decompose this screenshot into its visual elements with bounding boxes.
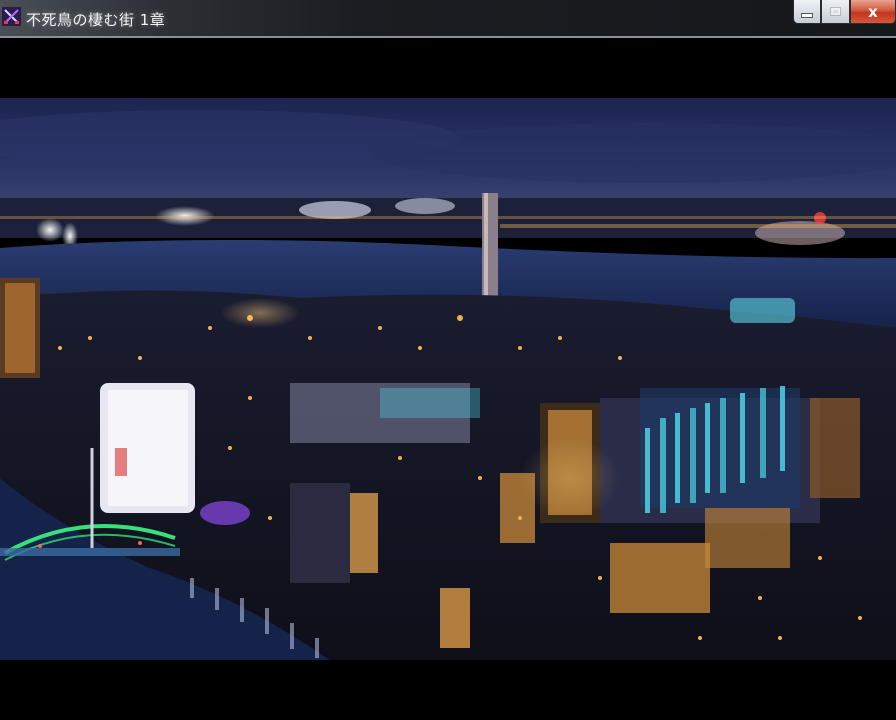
caption-buttons: x: [793, 0, 896, 26]
game-viewport[interactable]: [0, 38, 896, 720]
minimize-button[interactable]: [793, 0, 821, 24]
maximize-button[interactable]: [821, 0, 850, 24]
title-bar[interactable]: 不死鳥の棲む街 1章 x: [0, 0, 896, 38]
minimize-icon: [801, 13, 813, 18]
close-button[interactable]: x: [850, 0, 896, 24]
close-icon: x: [868, 2, 878, 21]
crossed-swords-icon: [2, 7, 21, 26]
window-title: 不死鳥の棲む街 1章: [26, 11, 166, 29]
game-window: 不死鳥の棲む街 1章 x: [0, 0, 896, 720]
neon-sign: [200, 501, 250, 525]
maximize-icon: [830, 7, 841, 16]
night-city-illustration[interactable]: [0, 98, 896, 660]
